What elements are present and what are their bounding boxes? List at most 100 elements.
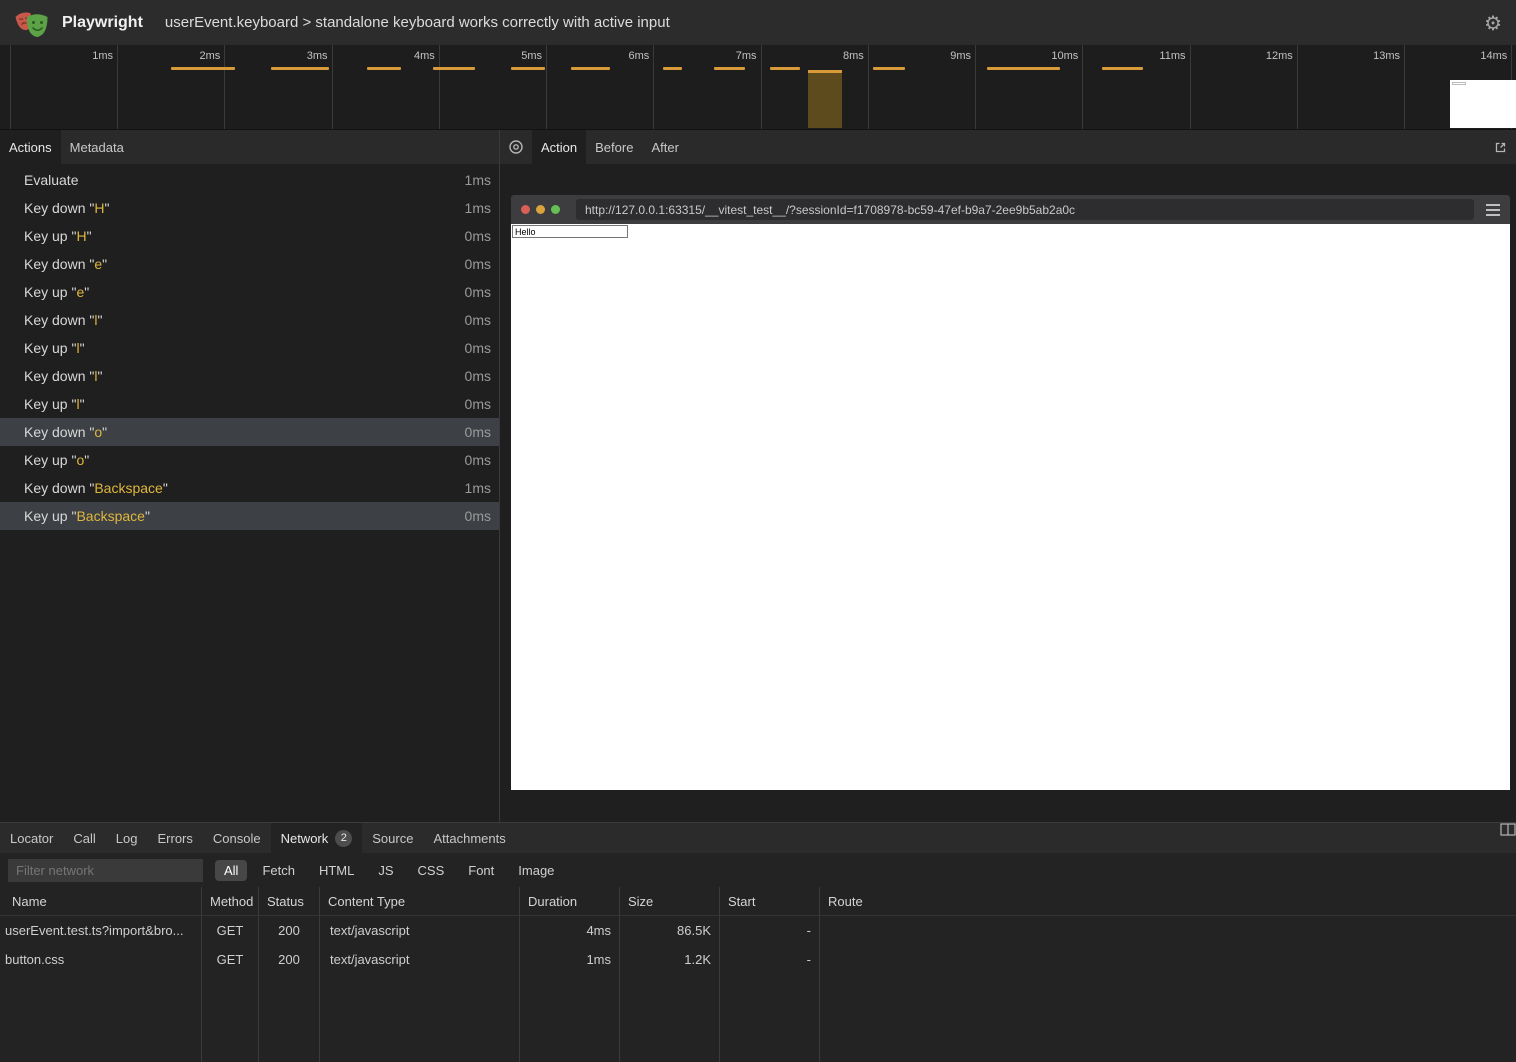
tab-label: Log xyxy=(116,831,138,846)
timeline-gridline xyxy=(546,45,547,129)
action-row[interactable]: Key up "Backspace"0ms xyxy=(0,502,499,530)
chip-js[interactable]: JS xyxy=(369,860,402,881)
action-row[interactable]: Key up "l"0ms xyxy=(0,334,499,362)
tab-label: Console xyxy=(213,831,261,846)
timeline-time-label: 3ms xyxy=(270,50,328,62)
chip-image[interactable]: Image xyxy=(509,860,563,881)
network-table-filler xyxy=(0,974,1516,1062)
tab-after[interactable]: After xyxy=(642,130,687,164)
tab-before[interactable]: Before xyxy=(586,130,642,164)
timeline-action-tick[interactable] xyxy=(433,67,475,70)
timeline-action-tick[interactable] xyxy=(511,67,545,70)
timeline-action-tick[interactable] xyxy=(987,67,1060,70)
timeline-time-label: 1ms xyxy=(55,50,113,62)
tab-log[interactable]: Log xyxy=(106,823,148,853)
timeline-action-tick[interactable] xyxy=(770,67,800,70)
timeline-gridline xyxy=(1082,45,1083,129)
cell-name: button.css xyxy=(0,945,202,974)
tab-metadata[interactable]: Metadata xyxy=(61,130,133,164)
action-row[interactable]: Evaluate1ms xyxy=(0,166,499,194)
action-title: Key down "o" xyxy=(24,424,107,440)
timeline-action-tick[interactable] xyxy=(663,67,682,70)
action-duration: 0ms xyxy=(465,340,491,356)
settings-gear-icon[interactable]: ⚙ xyxy=(1484,11,1502,35)
network-row[interactable]: button.cssGET200text/javascript1ms1.2K- xyxy=(0,945,1516,974)
action-key: Backspace xyxy=(76,508,144,524)
timeline-action-tick[interactable] xyxy=(171,67,235,70)
tab-console[interactable]: Console xyxy=(203,823,271,853)
action-row[interactable]: Key down "H"1ms xyxy=(0,194,499,222)
action-row[interactable]: Key up "e"0ms xyxy=(0,278,499,306)
action-row[interactable]: Key down "l"0ms xyxy=(0,362,499,390)
thumbnail-input-sketch xyxy=(1452,82,1466,85)
column-header-dur: Duration xyxy=(520,887,620,915)
filler-cell xyxy=(720,974,820,1062)
network-row[interactable]: userEvent.test.ts?import&bro...GET200tex… xyxy=(0,916,1516,945)
tab-errors[interactable]: Errors xyxy=(147,823,202,853)
action-key: H xyxy=(76,228,86,244)
snapshot-tabbar: Action Before After xyxy=(500,130,1516,164)
action-duration: 0ms xyxy=(465,256,491,272)
tab-attachments[interactable]: Attachments xyxy=(423,823,515,853)
app-header: Playwright userEvent.keyboard > standalo… xyxy=(0,0,1516,45)
tab-network[interactable]: Network2 xyxy=(271,823,363,853)
actions-panel: Actions Metadata Evaluate1msKey down "H"… xyxy=(0,130,500,822)
cell-ctype: text/javascript xyxy=(320,945,520,974)
chip-all[interactable]: All xyxy=(215,860,247,881)
filler-cell xyxy=(820,974,1516,1062)
action-row[interactable]: Key down "e" 0ms xyxy=(0,250,499,278)
action-title: Key up "o" xyxy=(24,452,89,468)
timeline-gridline xyxy=(1190,45,1191,129)
cell-size: 86.5K xyxy=(620,916,720,945)
action-row[interactable]: Key down "Backspace"1ms xyxy=(0,474,499,502)
chip-fetch[interactable]: Fetch xyxy=(253,860,304,881)
timeline-selected-action-bar[interactable] xyxy=(808,70,842,128)
action-row[interactable]: Key up "l"0ms xyxy=(0,390,499,418)
action-duration: 0ms xyxy=(465,368,491,384)
timeline-gridline xyxy=(224,45,225,129)
filler-cell xyxy=(320,974,520,1062)
action-title: Key down "e" xyxy=(24,256,107,272)
action-row[interactable]: Key up "o"0ms xyxy=(0,446,499,474)
chip-font[interactable]: Font xyxy=(459,860,503,881)
column-header-start: Start xyxy=(720,887,820,915)
film-strip-thumbnail[interactable] xyxy=(1450,80,1516,128)
pick-locator-target-icon[interactable] xyxy=(500,130,532,164)
network-filter-row: All Fetch HTML JS CSSFont Image xyxy=(0,853,1516,887)
action-row[interactable]: Key down "l"0ms xyxy=(0,306,499,334)
toggle-layout-columns-icon[interactable] xyxy=(1500,823,1516,853)
cell-route xyxy=(820,916,1516,945)
chip-css[interactable]: CSS xyxy=(409,860,454,881)
network-filter-input[interactable] xyxy=(8,859,203,882)
timeline-action-tick[interactable] xyxy=(873,67,905,70)
tab-source[interactable]: Source xyxy=(362,823,423,853)
tab-call[interactable]: Call xyxy=(63,823,105,853)
column-header-size: Size xyxy=(620,887,720,915)
filler-cell xyxy=(259,974,320,1062)
timeline-gridline xyxy=(975,45,976,129)
timeline[interactable]: 1ms2ms3ms4ms5ms6ms7ms8ms9ms10ms11ms12ms1… xyxy=(0,45,1516,130)
column-header-method: Method xyxy=(202,887,259,915)
timeline-action-tick[interactable] xyxy=(367,67,401,70)
snapshot-text-input[interactable] xyxy=(512,225,628,238)
action-row[interactable]: Key up "H"0ms xyxy=(0,222,499,250)
action-row[interactable]: Key down "o"0ms xyxy=(0,418,499,446)
timeline-action-tick[interactable] xyxy=(714,67,745,70)
timeline-gridline xyxy=(117,45,118,129)
chip-html[interactable]: HTML xyxy=(310,860,363,881)
timeline-gridline xyxy=(761,45,762,129)
action-duration: 0ms xyxy=(465,396,491,412)
timeline-action-tick[interactable] xyxy=(271,67,329,70)
timeline-time-label: 13ms xyxy=(1342,50,1400,62)
timeline-time-label: 12ms xyxy=(1235,50,1293,62)
tab-action[interactable]: Action xyxy=(532,130,586,164)
timeline-gridline xyxy=(332,45,333,129)
test-title: userEvent.keyboard > standalone keyboard… xyxy=(165,14,670,31)
timeline-time-label: 10ms xyxy=(1020,50,1078,62)
tab-locator[interactable]: Locator xyxy=(0,823,63,853)
timeline-action-tick[interactable] xyxy=(571,67,610,70)
tab-actions[interactable]: Actions xyxy=(0,130,61,164)
open-snapshot-external-icon[interactable] xyxy=(1485,130,1516,164)
timeline-action-tick[interactable] xyxy=(1102,67,1143,70)
traffic-light-green-icon xyxy=(551,205,560,214)
